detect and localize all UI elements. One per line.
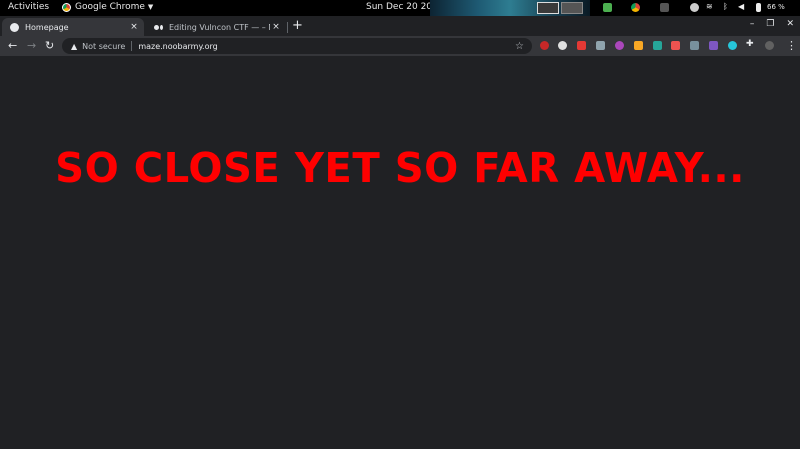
profile-avatar[interactable] (765, 41, 774, 50)
display-icon[interactable] (660, 3, 669, 12)
chrome-menu-button[interactable]: ⋮ (786, 39, 797, 52)
bluetooth-icon[interactable]: ᛒ (723, 2, 732, 11)
close-tab-icon[interactable]: × (270, 22, 282, 32)
extension-calendar-icon[interactable] (671, 41, 680, 50)
page-content: SO CLOSE YET SO FAR AWAY... (0, 56, 800, 449)
tab-strip: Homepage × Editing Vulncon CTF — – Med ×… (0, 16, 800, 36)
address-separator (131, 41, 133, 51)
extension-teal-icon[interactable] (653, 41, 662, 50)
battery-icon[interactable] (756, 3, 761, 12)
extension-purple-icon[interactable] (615, 41, 624, 50)
battery-percentage: 66 % (767, 3, 785, 11)
wifi-icon[interactable]: ≋ (706, 2, 715, 11)
globe-icon (10, 22, 19, 32)
volume-icon[interactable]: ◀ (738, 2, 747, 11)
extension-flag-icon[interactable] (634, 41, 643, 50)
extension-white-icon[interactable] (558, 41, 567, 50)
extension-gray-icon[interactable] (690, 41, 699, 50)
browser-toolbar: ← → ↻ ▲ Not secure maze.noobarmy.org ☆ ✚… (0, 36, 800, 56)
chrome-tray-icon[interactable] (631, 3, 640, 12)
close-window-button[interactable]: ✕ (786, 19, 794, 29)
forward-button[interactable]: → (27, 39, 36, 52)
app-menu-label: Google Chrome (75, 2, 145, 12)
activities-button[interactable]: Activities (8, 2, 49, 12)
medium-icon (154, 23, 163, 32)
warning-icon[interactable]: ▲ (71, 42, 77, 51)
shield-icon[interactable] (603, 3, 612, 12)
caret-down-icon: ▼ (147, 3, 154, 11)
chrome-logo-icon (62, 2, 71, 12)
tab-title: Editing Vulncon CTF — – Med (169, 22, 270, 32)
extension-violet-icon[interactable] (709, 41, 718, 50)
tab-editing-vulncon[interactable]: Editing Vulncon CTF — – Med × (146, 18, 286, 36)
address-bar[interactable]: ▲ Not secure maze.noobarmy.org ☆ (62, 38, 532, 54)
restore-button[interactable]: ❐ (766, 19, 774, 29)
url-text[interactable]: maze.noobarmy.org (138, 42, 217, 51)
security-status[interactable]: Not secure (82, 42, 125, 51)
system-top-bar: Activities Google Chrome ▼ Sun Dec 20 20… (0, 0, 800, 16)
minimize-button[interactable]: – (750, 19, 755, 29)
tab-homepage[interactable]: Homepage × (2, 18, 144, 36)
tab-title: Homepage (25, 22, 69, 32)
window-controls: – ❐ ✕ (750, 19, 794, 29)
extension-puzzle-icon[interactable]: ✚ (746, 39, 755, 49)
new-tab-button[interactable]: + (292, 18, 303, 33)
extension-cyan-icon[interactable] (728, 41, 737, 50)
workspace-2[interactable] (561, 2, 583, 14)
workspace-1[interactable] (537, 2, 559, 14)
extension-doc-icon[interactable] (596, 41, 605, 50)
page-headline: SO CLOSE YET SO FAR AWAY... (55, 144, 745, 192)
app-menu[interactable]: Google Chrome ▼ (62, 2, 153, 12)
bookmark-star-icon[interactable]: ☆ (515, 41, 524, 52)
extension-pocket-icon[interactable] (577, 41, 586, 50)
back-button[interactable]: ← (8, 39, 17, 52)
close-tab-icon[interactable]: × (128, 22, 140, 32)
power-icon[interactable] (690, 3, 699, 12)
tab-divider (287, 22, 288, 33)
reload-button[interactable]: ↻ (45, 39, 54, 52)
extension-red-icon[interactable] (540, 41, 549, 50)
